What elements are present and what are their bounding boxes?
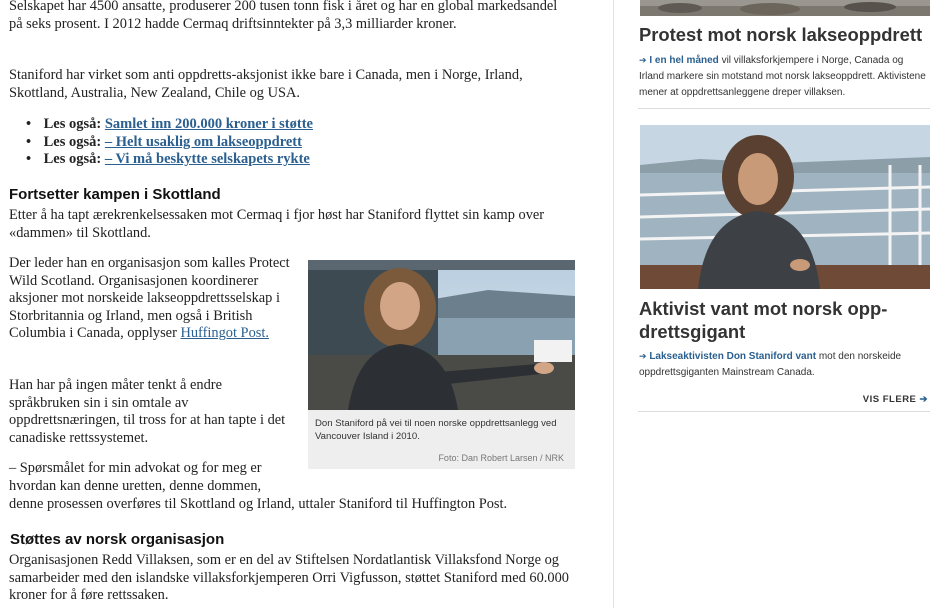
related-link-reputation[interactable]: – Vi må beskytte selskapets rykte [105,151,310,167]
arrow-right-icon: ➔ [639,351,647,361]
article-figure: Don Staniford på vei til noen norske opp… [308,260,575,469]
sidebar-separator [638,108,930,109]
sidebar-headline-activist[interactable]: Aktivist vant mot norsk opp­drettsgigant [639,297,931,343]
paragraph-company: Selskapet har 4500 ansatte, produserer 2… [9,0,558,32]
related-prefix: Les også: [43,133,102,150]
staniford-sidebar-photo[interactable] [640,125,930,289]
bullet-icon: • [26,151,32,168]
figure-credit: Foto: Dan Robert Larsen / NRK [438,453,564,463]
paragraph-quote-start: – Spørsmålet for min advokat og for meg … [9,460,262,494]
sidebar-teaser-protest[interactable]: ➔ I en hel måned vil villaksforkjempere … [639,52,929,101]
related-item: • Les også: – Helt usaklig om lakseoppdr… [26,133,313,152]
photo-illustration [308,260,575,410]
sidebar-teaser-activist[interactable]: ➔ Lakseaktivisten Don Staniford vant mot… [639,348,929,381]
related-links-list: • Les også: Samlet inn 200.000 kroner i … [26,116,313,169]
article-column: Selskapet har 4500 ansatte, produserer 2… [0,0,600,608]
photo-illustration [640,0,930,16]
bullet-icon: • [26,116,32,132]
paragraph-activism: Staniford har virket som anti oppdretts-… [9,67,523,101]
paragraph-organisation: Der leder han en organisasjon som kalles… [0,255,291,343]
huffingot-link[interactable]: Huffingot Post. [180,325,269,341]
bullet-icon: • [26,133,32,150]
figure-caption: Don Staniford på vei til noen norske opp… [315,418,557,442]
related-link-unfair[interactable]: – Helt usaklig om lakseoppdrett [105,134,302,150]
show-more-label: VIS FLERE [862,394,917,405]
sidebar-separator [638,411,930,412]
arrow-right-icon: ➔ [919,394,928,405]
sidebar: Protest mot norsk lakseoppdrett ➔ I en h… [638,0,930,608]
arrow-right-icon: ➔ [639,55,647,65]
related-prefix: Les også: [43,116,102,132]
paragraph-quote-end: denne prosessen overføres til Skottland … [9,496,508,512]
paragraph-language: Han har på ingen måter tenkt å endre spr… [9,377,286,446]
paragraph-lost-case: Etter å ha tapt ærekrenkelsessaken mot C… [9,207,545,241]
related-link-support[interactable]: Samlet inn 200.000 kroner i støtte [105,116,313,132]
related-prefix: Les også: [43,151,102,168]
photo-illustration [640,125,930,289]
column-divider [613,0,614,608]
staniford-boat-photo[interactable] [308,260,575,410]
teaser-lead: Lakseaktivisten Don Staniford vant [649,351,817,362]
subheading-scotland: Fortsetter kampen i Skottland [9,186,221,203]
sidebar-headline-protest[interactable]: Protest mot norsk lakseoppdrett [639,23,931,46]
sidebar-top-photo[interactable] [640,0,930,16]
paragraph-redd-villaksen: Organisasjonen Redd Villaksen, som er en… [9,552,569,604]
show-more-link[interactable]: VIS FLERE ➔ [863,394,928,405]
related-item: • Les også: Samlet inn 200.000 kroner i … [26,116,313,134]
subheading-support: Støttes av norsk organisasjon [10,531,225,548]
teaser-lead: I en hel måned [649,55,719,66]
related-item: • Les også: – Vi må beskytte selskapets … [26,151,313,169]
